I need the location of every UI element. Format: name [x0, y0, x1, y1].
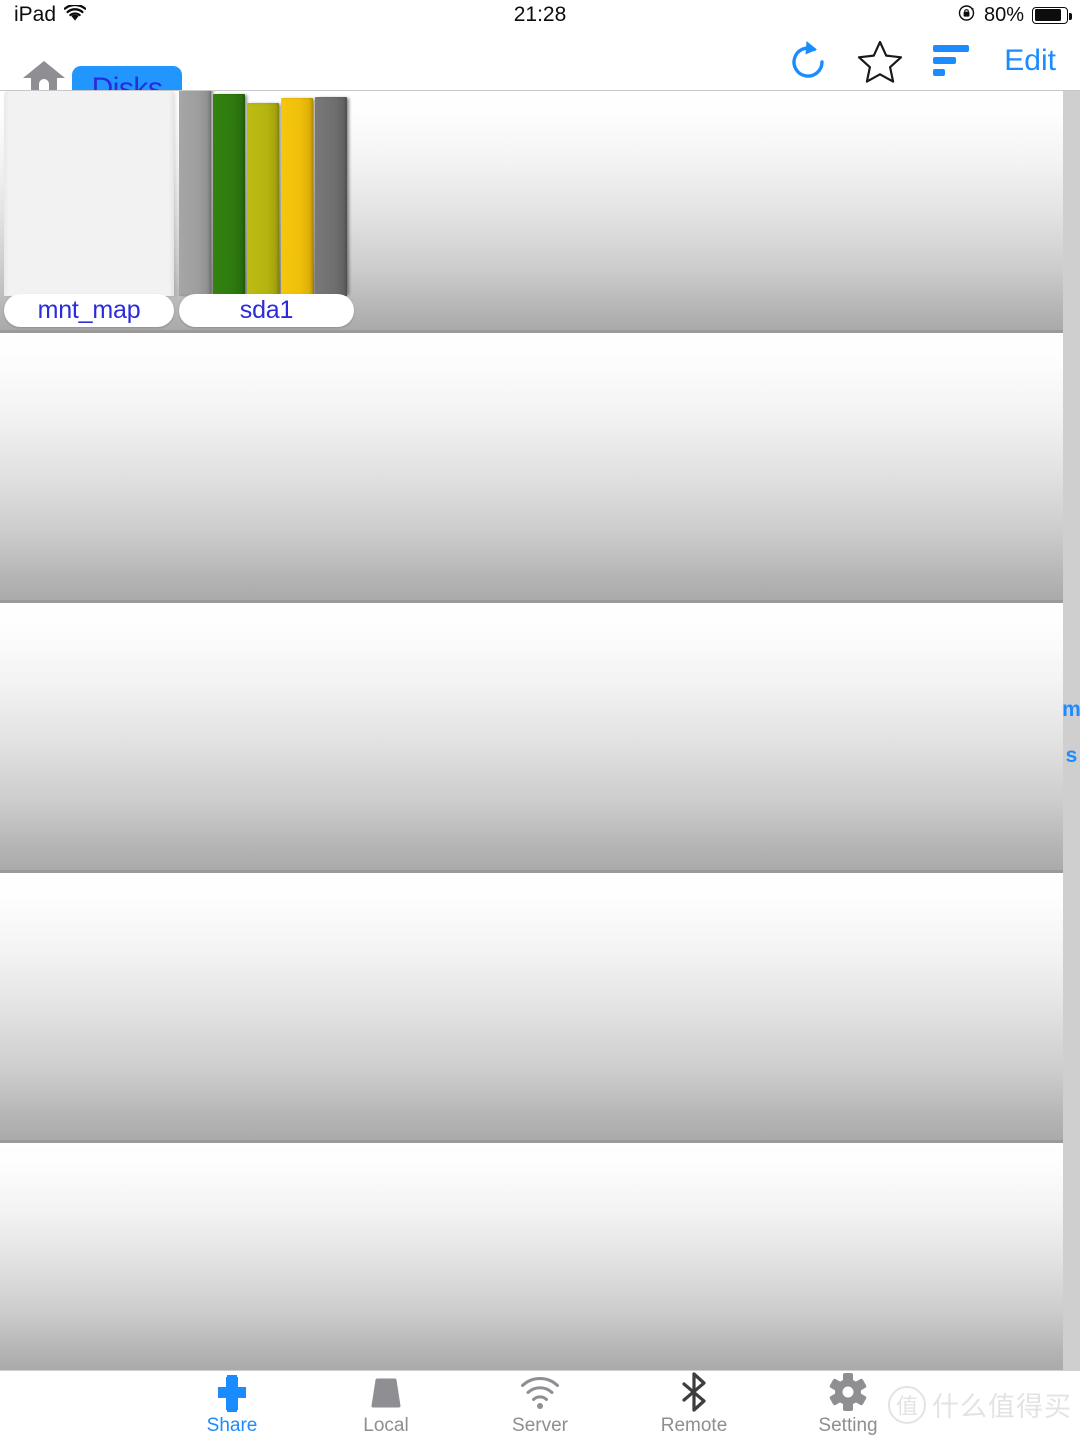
- shelf-row-items: [0, 603, 1063, 870]
- bluetooth-icon: [677, 1372, 711, 1412]
- sort-icon[interactable]: [916, 30, 988, 91]
- tab-strip: Share Local Server Remote Setting: [155, 1370, 925, 1440]
- alphabet-index-bar[interactable]: m s: [1062, 91, 1080, 1370]
- tab-label-share: Share: [206, 1415, 258, 1436]
- disk-label-pill: sda1: [179, 294, 354, 327]
- tab-label-setting: Setting: [818, 1415, 878, 1436]
- tab-share[interactable]: Share: [155, 1370, 309, 1440]
- shelf-row-items: [0, 333, 1063, 600]
- disk-shelf-area[interactable]: mnt_map sda1: [0, 91, 1063, 1370]
- share-icon: [212, 1374, 252, 1412]
- tab-bar: Share Local Server Remote Setting 值 什么值得…: [0, 1370, 1080, 1440]
- navigation-actions: Edit: [772, 30, 1062, 91]
- shelf-row: [0, 333, 1063, 603]
- shelf-row-items: [0, 873, 1063, 1140]
- shelf-row: [0, 873, 1063, 1143]
- shelf-row: [0, 603, 1063, 873]
- clock-label: 21:28: [513, 3, 567, 26]
- local-disk-icon: [366, 1374, 406, 1412]
- edit-button[interactable]: Edit: [988, 44, 1062, 78]
- index-letter-s[interactable]: s: [1066, 745, 1078, 767]
- tab-setting[interactable]: Setting: [771, 1370, 925, 1440]
- disk-name-label: mnt_map: [37, 296, 141, 324]
- status-bar-left: iPad: [14, 0, 87, 30]
- disk-item-sda1[interactable]: sda1: [179, 91, 354, 330]
- disk-usage-placeholder: [4, 91, 174, 296]
- usage-bar: [179, 91, 211, 296]
- tab-label-local: Local: [363, 1415, 409, 1436]
- battery-icon: [1032, 6, 1072, 24]
- refresh-icon[interactable]: [772, 30, 844, 91]
- tab-label-remote: Remote: [660, 1415, 728, 1436]
- usage-bar: [315, 97, 347, 296]
- watermark-text: 什么值得买: [932, 1392, 1072, 1423]
- tab-local[interactable]: Local: [309, 1370, 463, 1440]
- shelf-row: [0, 1143, 1063, 1370]
- shelf-row: mnt_map sda1: [0, 91, 1063, 333]
- usage-bar: [281, 98, 313, 296]
- star-icon[interactable]: [844, 30, 916, 91]
- app-root: iPad 21:28 80% Disks Edit mnt_map sda1 m…: [0, 0, 1080, 1440]
- battery-percent-label: 80%: [983, 4, 1024, 26]
- shelf-row-items: [0, 1143, 1063, 1370]
- shelf-row-items: mnt_map sda1: [0, 91, 1063, 330]
- carrier-label: iPad: [14, 3, 57, 26]
- status-bar: iPad 21:28 80%: [0, 0, 1080, 30]
- battery-nub: [1068, 12, 1072, 20]
- tab-remote[interactable]: Remote: [617, 1370, 771, 1440]
- navigation-bar: Disks Edit: [0, 30, 1080, 112]
- disk-item-mnt-map[interactable]: mnt_map: [4, 91, 174, 330]
- disk-item-body: [179, 91, 354, 296]
- usage-bar: [213, 94, 245, 296]
- wifi-icon: [63, 3, 87, 27]
- disk-usage-bars: [179, 91, 347, 296]
- disk-label-pill: mnt_map: [4, 294, 174, 327]
- index-letter-m[interactable]: m: [1062, 699, 1080, 721]
- battery-fill: [1034, 9, 1062, 21]
- disk-item-body: [4, 91, 174, 296]
- rotation-lock-icon: [957, 3, 976, 27]
- disk-name-label: sda1: [239, 296, 294, 324]
- tab-label-server: Server: [512, 1415, 568, 1436]
- usage-bar: [247, 103, 279, 296]
- gear-icon: [827, 1373, 869, 1412]
- status-bar-right: 80%: [957, 0, 1072, 30]
- status-bar-center: 21:28: [0, 0, 1080, 30]
- wifi-server-icon: [518, 1374, 562, 1412]
- index-letter-list: m s: [1062, 699, 1080, 767]
- tab-server[interactable]: Server: [463, 1370, 617, 1440]
